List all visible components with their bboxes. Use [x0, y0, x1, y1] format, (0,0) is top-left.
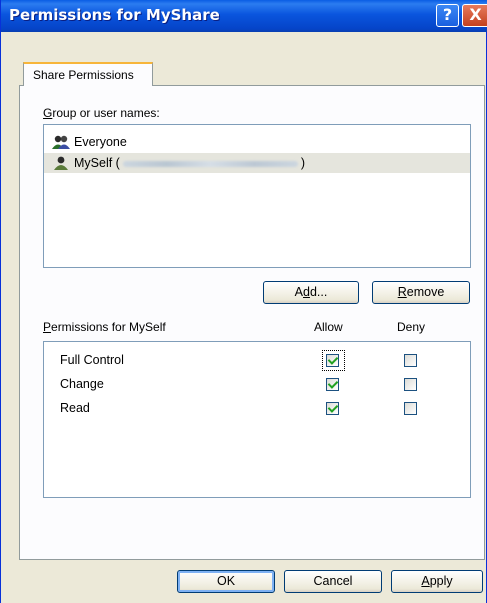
title-bar[interactable]: Permissions for MyShare ? X: [1, 0, 487, 32]
add-button[interactable]: Add...: [263, 281, 359, 304]
list-item[interactable]: Everyone: [44, 132, 470, 152]
deny-column-header: Deny: [397, 320, 426, 334]
users-group-icon: [52, 135, 70, 149]
help-icon: ?: [442, 5, 453, 24]
allow-change-checkbox[interactable]: [326, 378, 339, 391]
help-button[interactable]: ?: [436, 4, 459, 27]
redacted-text: [122, 160, 298, 167]
group-user-list[interactable]: Everyone MySelf (): [43, 124, 471, 268]
cancel-button[interactable]: Cancel: [284, 570, 382, 593]
close-button[interactable]: X: [462, 4, 487, 27]
permission-row-change: Change: [44, 373, 470, 397]
ok-button[interactable]: OK: [177, 570, 275, 593]
permission-row-read: Read: [44, 397, 470, 421]
allow-full-control-checkbox[interactable]: [326, 354, 339, 367]
allow-read-checkbox[interactable]: [326, 402, 339, 415]
deny-full-control-checkbox[interactable]: [404, 354, 417, 367]
deny-change-checkbox[interactable]: [404, 378, 417, 391]
tab-label: Share Permissions: [33, 68, 134, 82]
permission-row-full-control: Full Control: [44, 349, 470, 373]
window-title: Permissions for MyShare: [9, 6, 220, 24]
close-icon: X: [469, 5, 482, 24]
deny-read-checkbox[interactable]: [404, 402, 417, 415]
permissions-list[interactable]: Full Control Change Read: [43, 341, 471, 498]
user-name: Everyone: [74, 135, 127, 149]
permission-name: Full Control: [60, 353, 124, 367]
list-item[interactable]: MySelf (): [44, 153, 470, 173]
user-icon: [54, 156, 68, 170]
permission-name: Change: [60, 377, 104, 391]
permissions-dialog: Permissions for MyShare ? X Share Permis…: [0, 0, 487, 603]
tab-share-permissions[interactable]: Share Permissions: [23, 62, 153, 86]
allow-column-header: Allow: [314, 320, 343, 334]
apply-button[interactable]: Apply: [391, 570, 483, 593]
group-list-label: Group or user names:: [43, 106, 160, 120]
permissions-label: Permissions for MySelf: [43, 320, 166, 334]
permission-name: Read: [60, 401, 90, 415]
user-name: MySelf (): [74, 156, 306, 170]
remove-button[interactable]: Remove: [372, 281, 470, 304]
